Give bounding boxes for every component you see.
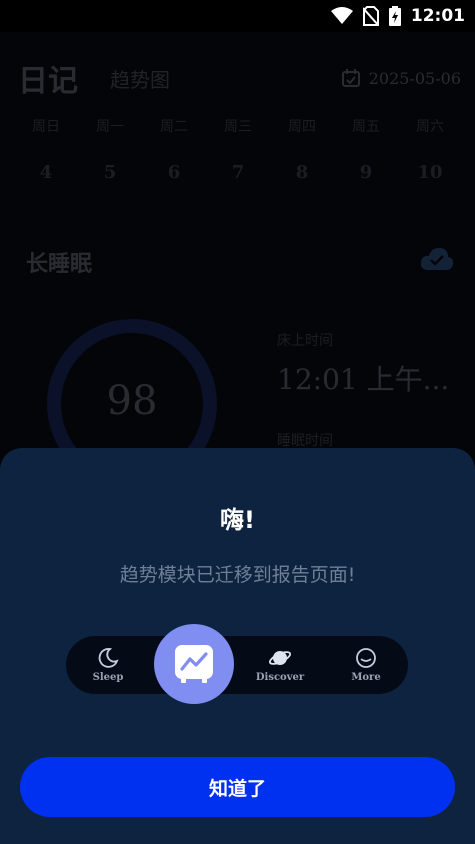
planet-icon [268,651,292,665]
date-cell[interactable]: 5 [78,162,142,183]
nav-preview: Sleep Discover More [66,636,408,694]
cloud-synced-icon[interactable] [420,246,454,272]
status-bar: 12:01 [0,0,475,32]
sheet-greeting: 嗨! [220,506,255,534]
date-cell[interactable]: 4 [14,162,78,183]
sleep-score: 98 [106,378,158,424]
weekday-label: 周五 [352,119,380,135]
sheet-message: 趋势模块已迁移到报告页面! [119,564,356,586]
date-picker[interactable]: 2025-05-06 [341,68,461,88]
trend-chart-icon [175,645,213,683]
nav-item-discover: Discover [240,636,320,694]
date-cell[interactable]: 9 [334,162,398,183]
no-sim-icon [362,6,379,26]
nav-label: Discover [255,672,305,683]
weekday-row: 周日 周一 周二 周三 周四 周五 周六 [14,116,462,136]
moon-icon [98,648,119,668]
weekday-label: 周二 [160,119,188,135]
weekday-label: 周四 [288,119,316,135]
date-cell[interactable]: 10 [398,162,462,183]
calendar-icon [341,69,360,87]
nav-item-trends-highlight [154,624,234,704]
date-row: 4 5 6 7 8 9 10 [14,162,462,183]
weekday-label: 周六 [416,119,444,135]
got-it-button[interactable]: 知道了 [20,757,455,817]
date-label: 2025-05-06 [368,68,461,88]
weekday-label: 周三 [224,119,252,135]
weekday-label: 周一 [96,119,124,135]
face-icon [356,648,376,668]
tab-trend[interactable]: 趋势图 [110,64,170,93]
date-cell[interactable]: 6 [142,162,206,183]
wifi-icon [330,7,353,24]
sleep-section-title: 长睡眠 [26,252,93,277]
header: 日记 趋势图 2025-05-06 [18,58,461,99]
sleep-time-label: 睡眠时间 [277,433,333,449]
bed-time-value: 12:01 上午... [277,363,450,396]
nav-label: Sleep [92,672,124,683]
migration-notice-sheet: 嗨! 趋势模块已迁移到报告页面! Sleep Discover More 知道了 [0,448,475,844]
bed-time-label: 床上时间 [277,333,333,349]
battery-charging-icon [388,6,401,26]
nav-item-more: More [326,636,406,694]
date-cell[interactable]: 8 [270,162,334,183]
weekday-label: 周日 [32,119,60,135]
nav-item-sleep: Sleep [68,636,148,694]
nav-label: More [351,672,381,683]
status-clock: 12:01 [410,6,465,26]
page-title: 日记 [18,64,78,99]
date-cell[interactable]: 7 [206,162,270,183]
